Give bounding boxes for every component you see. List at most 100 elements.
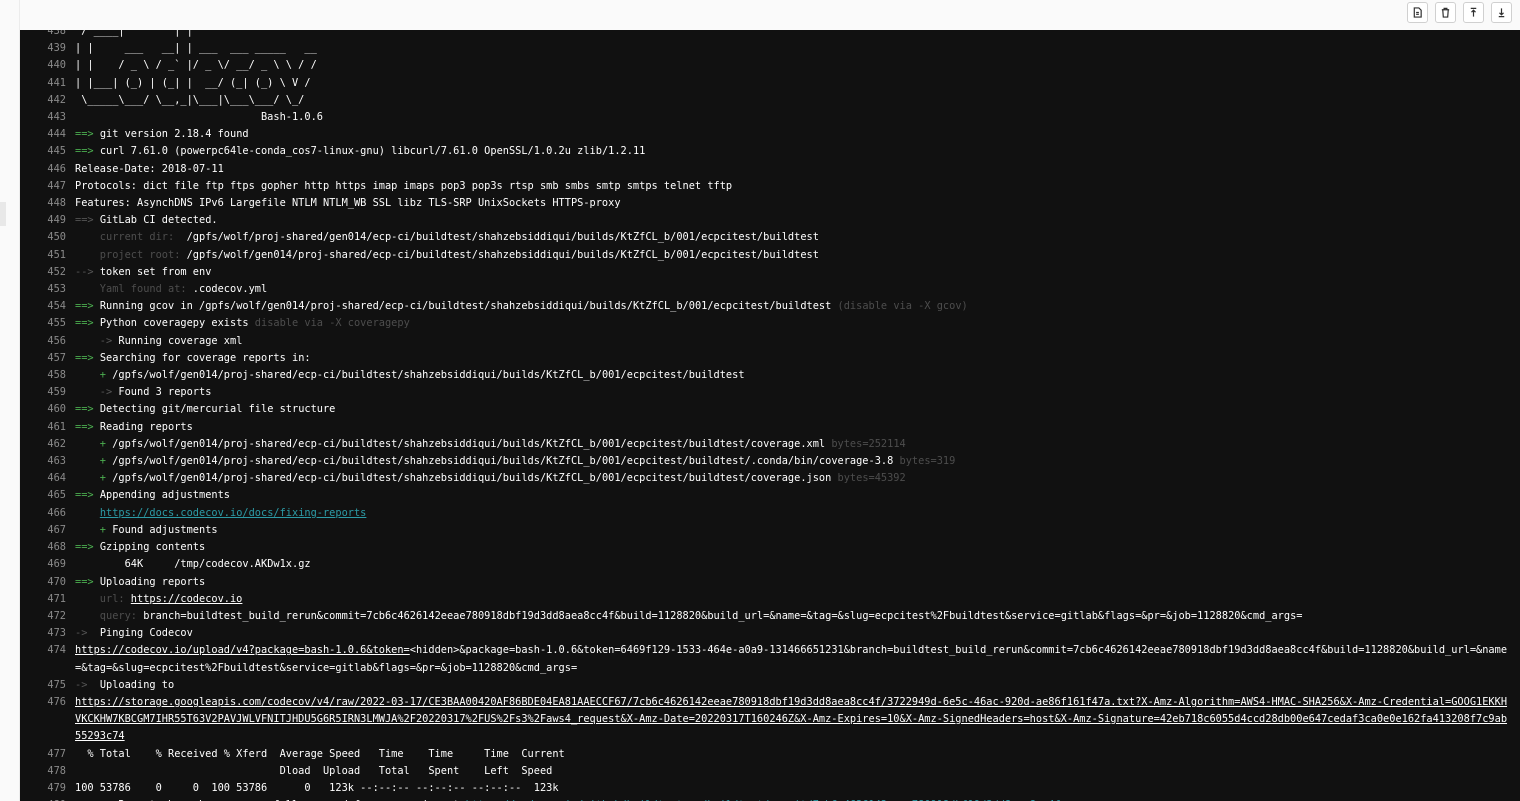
log-line: 457 ==> Searching for coverage reports in… [20, 350, 1520, 367]
line-number-link[interactable]: 441 [20, 75, 75, 92]
line-number-link[interactable]: 455 [20, 315, 75, 332]
line-number-link[interactable]: 468 [20, 539, 75, 556]
log-link[interactable]: https://storage.googleapis.com/codecov/v… [75, 696, 1507, 742]
log-prefix: --> [75, 265, 100, 278]
log-line-text: -> Running coverage xml [75, 333, 1520, 350]
log-prefix: ==> [75, 541, 100, 554]
log-line-text: ==> Detecting git/mercurial file structu… [75, 401, 1520, 418]
line-number-link[interactable]: 456 [20, 333, 75, 350]
log-text: Reading reports [99, 420, 193, 433]
line-number-link[interactable]: 453 [20, 281, 75, 298]
log-prefix: ==> [75, 145, 100, 158]
log-line-text: https://docs.codecov.io/docs/fixing-repo… [75, 505, 1520, 522]
line-number-link[interactable]: 440 [20, 57, 75, 74]
line-number-link[interactable]: 463 [20, 453, 75, 470]
log-link[interactable]: https://docs.codecov.io/docs/fixing-repo… [100, 507, 367, 519]
line-number-link[interactable]: 459 [20, 384, 75, 401]
log-text: Python coveragepy exists [99, 317, 255, 330]
log-line: 474 https://codecov.io/upload/v4?package=… [20, 642, 1520, 676]
line-number-link[interactable]: 454 [20, 298, 75, 315]
log-prefix: + [75, 437, 113, 450]
line-number-link[interactable]: 466 [20, 505, 75, 522]
line-number-link[interactable]: 474 [20, 642, 75, 676]
log-prefix: + [75, 523, 113, 536]
log-line-text: + /gpfs/wolf/gen014/proj-shared/ecp-ci/b… [75, 470, 1520, 487]
erase-log-icon [1441, 7, 1450, 18]
line-number-link[interactable]: 458 [20, 367, 75, 384]
toolbar-buttons [1407, 2, 1512, 23]
log-prefix: -> [75, 678, 100, 691]
line-number-link[interactable]: 465 [20, 487, 75, 504]
line-number-link[interactable]: 448 [20, 195, 75, 212]
line-number-link[interactable]: 452 [20, 264, 75, 281]
log-text: bytes=45392 [837, 472, 906, 485]
log-line-text: + Found adjustments [75, 522, 1520, 539]
line-number-link[interactable]: 460 [20, 401, 75, 418]
line-number-link[interactable]: 445 [20, 143, 75, 160]
log-text: Dload Upload Total Spent Left Speed [75, 764, 553, 777]
log-link[interactable]: https://codecov.io [131, 593, 243, 605]
line-number-link[interactable]: 461 [20, 419, 75, 436]
line-number-link[interactable]: 457 [20, 350, 75, 367]
line-number-link[interactable]: 480 [20, 797, 75, 801]
log-link[interactable]: https://codecov.io/upload/v4?package=bas… [75, 644, 410, 656]
show-raw-button[interactable] [1407, 2, 1428, 23]
log-line: 459 -> Found 3 reports [20, 384, 1520, 401]
log-text: Appending adjustments [99, 489, 230, 502]
line-number-link[interactable]: 478 [20, 763, 75, 780]
line-number-link[interactable]: 469 [20, 556, 75, 573]
log-text: query: [75, 609, 144, 622]
log-line-text: % Total % Received % Xferd Average Speed… [75, 746, 1520, 763]
log-line-text: Features: AsynchDNS IPv6 Largefile NTLM … [75, 195, 1520, 212]
log-line: 476 https://storage.googleapis.com/codeco… [20, 694, 1520, 746]
erase-log-button[interactable] [1435, 2, 1456, 23]
log-line-text: + /gpfs/wolf/gen014/proj-shared/ecp-ci/b… [75, 453, 1520, 470]
scroll-top-icon [1470, 7, 1477, 17]
line-number-link[interactable]: 475 [20, 677, 75, 694]
line-number-link[interactable]: 446 [20, 161, 75, 178]
log-prefix: + [75, 455, 113, 468]
line-number-link[interactable]: 472 [20, 608, 75, 625]
log-text: GitLab CI detected. [99, 214, 218, 227]
line-number-link[interactable]: 476 [20, 694, 75, 746]
log-line: 449 ==> GitLab CI detected. [20, 212, 1520, 229]
log-text: Found adjustments [112, 523, 218, 536]
line-number-link[interactable]: 438 [20, 30, 75, 40]
log-line: 446 Release-Date: 2018-07-11 [20, 161, 1520, 178]
log-line: 472 query: branch=buildtest_build_rerun&… [20, 608, 1520, 625]
log-prefix: ==> [75, 317, 100, 330]
log-line: 453 Yaml found at: .codecov.yml [20, 281, 1520, 298]
line-number-link[interactable]: 470 [20, 574, 75, 591]
log-line-text: https://codecov.io/upload/v4?package=bas… [75, 642, 1520, 676]
log-line-text: Dload Upload Total Spent Left Speed [75, 763, 1520, 780]
line-number-link[interactable]: 447 [20, 178, 75, 195]
line-number-link[interactable]: 479 [20, 780, 75, 797]
show-raw-icon [1413, 7, 1422, 18]
line-number-link[interactable]: 464 [20, 470, 75, 487]
line-number-link[interactable]: 439 [20, 40, 75, 57]
line-number-link[interactable]: 473 [20, 625, 75, 642]
log-text: disable via -X coveragepy [254, 317, 410, 330]
line-number-link[interactable]: 444 [20, 126, 75, 143]
scroll-top-button[interactable] [1463, 2, 1484, 23]
line-number-link[interactable]: 471 [20, 591, 75, 608]
log-line: 480 -> Reports have been successfully qu… [20, 797, 1520, 801]
scroll-bottom-button[interactable] [1491, 2, 1512, 23]
log-line-text: | | / _ \ / _` |/ _ \/ __/ _ \ \ / / [75, 57, 1520, 74]
line-number-link[interactable]: 451 [20, 247, 75, 264]
log-prefix: -> [75, 386, 119, 399]
line-number-link[interactable]: 442 [20, 92, 75, 109]
log-line-text: 100 53786 0 0 100 53786 0 123k --:--:-- … [75, 780, 1520, 797]
log-prefix: ==> [75, 214, 100, 227]
line-number-link[interactable]: 462 [20, 436, 75, 453]
log-text: token set from env [99, 265, 212, 278]
line-number-link[interactable]: 450 [20, 229, 75, 246]
line-number-link[interactable]: 449 [20, 212, 75, 229]
log-text: bytes=319 [899, 455, 956, 468]
log-line-text: https://storage.googleapis.com/codecov/v… [75, 694, 1520, 746]
line-number-link[interactable]: 477 [20, 746, 75, 763]
log-line: 469 64K /tmp/codecov.AKDw1x.gz [20, 556, 1520, 573]
line-number-link[interactable]: 443 [20, 109, 75, 126]
line-number-link[interactable]: 467 [20, 522, 75, 539]
